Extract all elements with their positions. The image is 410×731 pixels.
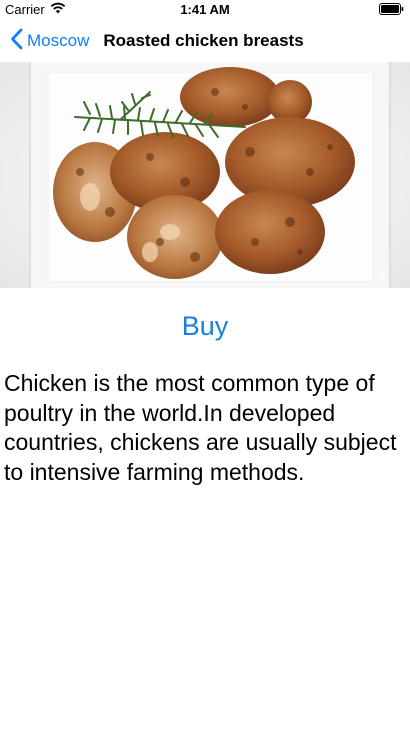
battery-icon (379, 3, 404, 18)
watermark: Дом@ (360, 270, 387, 280)
roasted-chicken-photo: Дом@ (0, 62, 410, 288)
navigation-bar: Moscow Roasted chicken breasts (0, 20, 410, 62)
back-button[interactable]: Moscow (10, 28, 89, 55)
hero-image: Дом@ (0, 62, 410, 288)
description-text: Chicken is the most common type of poult… (4, 370, 397, 485)
page-title: Roasted chicken breasts (103, 31, 304, 50)
back-button-label: Moscow (27, 31, 90, 50)
status-time: 1:41 AM (180, 2, 230, 17)
status-bar: Carrier 1:41 AM (0, 0, 410, 20)
screen: Carrier 1:41 AM Moscow Roasted chicken b… (0, 0, 410, 731)
chevron-left-icon (10, 28, 23, 55)
buy-button[interactable]: Buy (0, 306, 410, 346)
